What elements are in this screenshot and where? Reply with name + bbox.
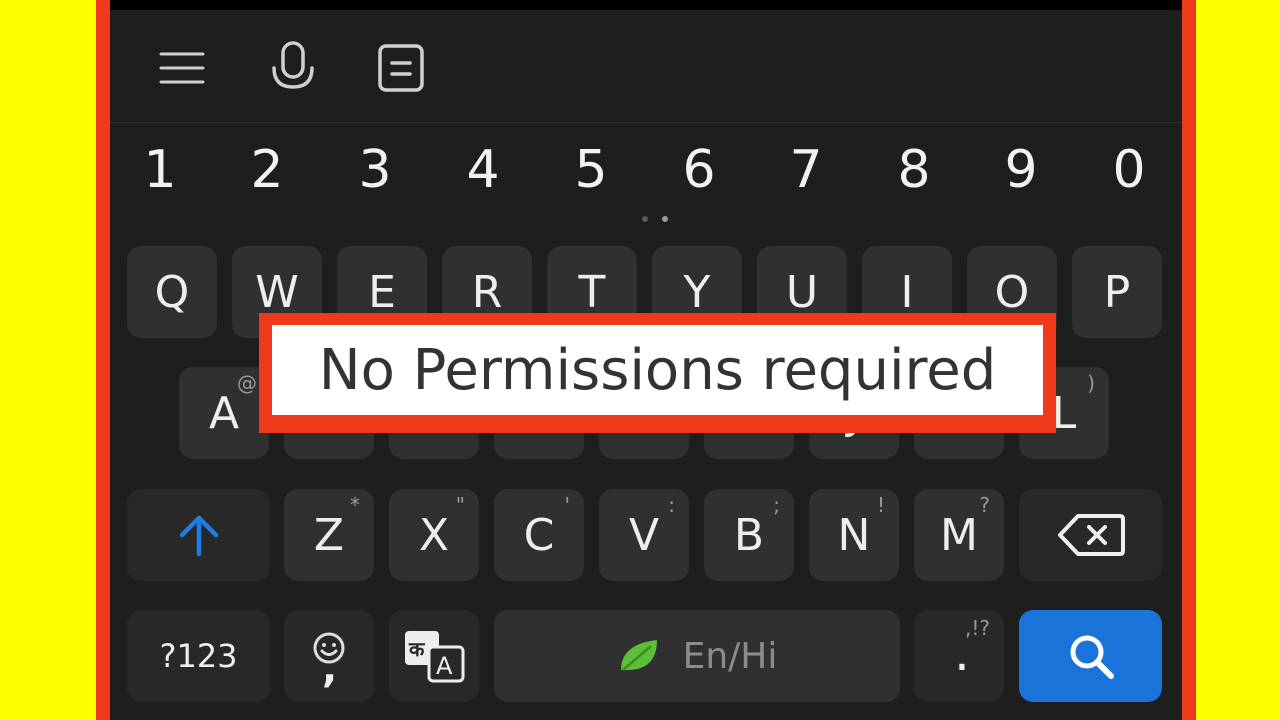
key-label: X [418,509,450,561]
symbols-key[interactable]: ?123 [127,610,270,702]
number-key-1[interactable]: 1 [120,130,200,210]
number-key-5[interactable]: 5 [551,130,631,210]
key-b[interactable]: B ; [704,489,794,581]
key-hint: ,!? [965,616,990,640]
number-row: 1 2 3 4 5 6 7 8 9 0 [110,130,1182,210]
key-label: Z [313,509,345,561]
key-label: M [940,509,978,561]
svg-text:क: क [408,637,426,661]
number-key-7[interactable]: 7 [766,130,846,210]
key-hint: ) [1087,371,1095,395]
svg-text:A: A [436,652,453,680]
key-q[interactable]: Q [127,246,217,338]
menu-button[interactable] [150,36,214,100]
key-x[interactable]: X " [389,489,479,581]
page-dot-active [662,216,668,222]
period-key[interactable]: . ,!? [914,610,1004,702]
key-z[interactable]: Z * [284,489,374,581]
microphone-icon [272,41,314,89]
leaf-icon [620,640,657,671]
keyboard-toolbar [110,10,1182,123]
translate-key[interactable]: क A [389,610,479,702]
space-bar[interactable]: En/Hi [494,610,900,702]
status-bar [110,0,1182,10]
shift-arrow-icon [179,515,218,557]
key-hint: ? [979,493,990,517]
key-label: B [733,509,765,561]
backspace-key[interactable] [1019,489,1162,581]
emoji-key-hint: , [322,646,338,692]
shift-key[interactable] [127,489,270,581]
number-key-0[interactable]: 0 [1089,130,1169,210]
space-bar-label: En/Hi [682,635,778,677]
number-key-3[interactable]: 3 [335,130,415,210]
key-n[interactable]: N ! [809,489,899,581]
number-key-6[interactable]: 6 [659,130,739,210]
permission-banner: No Permissions required [259,313,1056,433]
clipboard-button[interactable] [369,36,433,100]
key-a[interactable]: A @ [179,367,269,459]
search-key[interactable] [1019,610,1162,702]
key-c[interactable]: C ' [494,489,584,581]
key-hint: " [455,493,465,517]
key-label: A [208,387,240,439]
voice-input-button[interactable] [261,36,325,100]
translate-icon: क A [405,631,465,683]
page-indicator [640,216,670,224]
banner-text: No Permissions required [318,337,997,403]
key-label: C [523,509,555,561]
key-hint: @ [237,371,257,395]
key-hint: : [668,493,675,517]
page-dot [642,216,648,222]
key-hint: ! [876,493,885,517]
banner-box: No Permissions required [272,325,1043,415]
key-m[interactable]: M ? [914,489,1004,581]
key-p[interactable]: P [1072,246,1162,338]
search-icon [1070,635,1114,679]
backspace-icon [1057,514,1125,556]
key-hint: * [350,493,360,517]
number-key-8[interactable]: 8 [874,130,954,210]
number-key-4[interactable]: 4 [443,130,523,210]
key-label: N [837,509,871,561]
key-v[interactable]: V : [599,489,689,581]
key-hint: ; [773,493,780,517]
menu-icon [159,52,205,84]
clipboard-icon [378,44,424,92]
emoji-key[interactable]: , [284,610,374,702]
key-label: V [628,509,660,561]
key-hint: ' [564,493,571,517]
number-key-2[interactable]: 2 [227,130,307,210]
number-key-9[interactable]: 9 [981,130,1061,210]
